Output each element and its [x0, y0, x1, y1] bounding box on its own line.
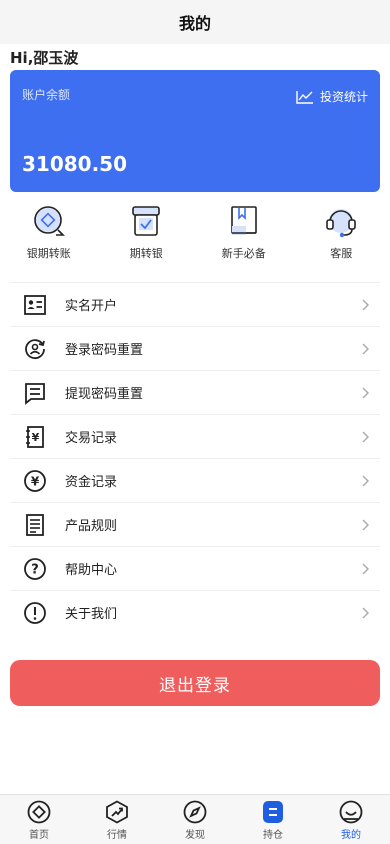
tab-discover[interactable]: 发现	[160, 795, 230, 844]
quick-action-futures-to-bank[interactable]: 期转银	[106, 204, 186, 261]
user-reset-icon	[25, 338, 45, 359]
bank-transfer-icon	[33, 206, 65, 236]
yen-circle-icon: ¥	[24, 469, 46, 492]
menu-item-product-rules[interactable]: 产品规则	[10, 502, 380, 546]
profile-icon	[339, 800, 363, 824]
greeting: Hi,邵玉波	[10, 49, 79, 67]
bottom-tab-bar: 首页 行情 发现 持仓 我的	[0, 794, 390, 844]
market-icon	[106, 800, 128, 824]
book-icon	[230, 206, 257, 235]
id-card-icon	[24, 294, 46, 315]
menu-item-label: 交易记录	[65, 431, 118, 446]
quick-actions: 银期转账 期转银 新手必备 客服	[0, 192, 390, 282]
quick-action-label: 银期转账	[26, 247, 71, 260]
chevron-right-icon	[362, 563, 369, 574]
yen-book-icon: ¥	[26, 425, 44, 448]
chevron-right-icon	[362, 475, 369, 486]
menu-item-login-password-reset[interactable]: 登录密码重置	[10, 326, 380, 370]
chevron-right-icon	[362, 343, 369, 354]
tab-label: 首页	[29, 830, 49, 841]
tab-holdings[interactable]: 持仓	[238, 795, 308, 844]
chevron-right-icon	[362, 299, 369, 310]
balance-amount: 31080.50	[22, 152, 128, 176]
compass-icon	[183, 800, 207, 824]
holdings-icon	[263, 801, 283, 823]
tab-market[interactable]: 行情	[82, 795, 152, 844]
investment-stats-label: 投资统计	[319, 90, 368, 104]
menu-item-label: 实名开户	[65, 299, 118, 314]
menu-item-label: 帮助中心	[65, 563, 118, 578]
chevron-right-icon	[362, 431, 369, 442]
svg-text:¥: ¥	[31, 474, 40, 488]
message-icon	[25, 382, 45, 405]
futures-to-bank-icon	[132, 206, 161, 236]
tab-label: 发现	[185, 830, 205, 841]
chevron-right-icon	[362, 387, 369, 398]
logout-button[interactable]: 退出登录	[10, 660, 380, 706]
investment-stats-button[interactable]: 投资统计	[296, 88, 368, 105]
menu-item-trade-records[interactable]: ¥ 交易记录	[10, 414, 380, 458]
menu-item-real-name-account[interactable]: 实名开户	[10, 282, 380, 326]
headset-icon	[326, 209, 357, 238]
quick-action-bank-transfer[interactable]: 银期转账	[9, 204, 89, 261]
menu-item-label: 关于我们	[65, 607, 118, 622]
quick-action-label: 期转银	[129, 247, 163, 260]
chevron-right-icon	[362, 607, 369, 618]
svg-text:¥: ¥	[32, 431, 40, 444]
logout-section: 退出登录	[0, 634, 390, 706]
balance-label: 账户余额	[22, 88, 71, 102]
menu-item-label: 提现密码重置	[65, 387, 144, 402]
menu-item-label: 登录密码重置	[65, 343, 144, 358]
tab-label: 我的	[341, 830, 361, 841]
settings-menu: 实名开户 登录密码重置 提现密码重置 ¥ 交易记录 ¥ 资金记录 产品规则 ? …	[0, 282, 390, 634]
menu-item-label: 产品规则	[65, 519, 118, 534]
tab-home[interactable]: 首页	[4, 795, 74, 844]
quick-action-customer-service[interactable]: 客服	[301, 204, 381, 261]
menu-item-withdraw-password-reset[interactable]: 提现密码重置	[10, 370, 380, 414]
quick-action-label: 新手必备	[221, 247, 266, 260]
home-icon	[27, 800, 51, 824]
document-icon	[26, 513, 44, 536]
tab-label: 行情	[107, 830, 127, 841]
main-content: Hi,邵玉波 账户余额 投资统计 31080.50 银期转账 期转银 新手必备 …	[0, 44, 390, 794]
svg-text:?: ?	[31, 562, 39, 577]
question-icon: ?	[24, 557, 46, 580]
chart-line-icon	[296, 90, 313, 104]
chevron-right-icon	[362, 519, 369, 530]
tab-label: 持仓	[263, 830, 283, 841]
page-header: 我的	[0, 0, 390, 44]
tab-profile[interactable]: 我的	[316, 795, 386, 844]
menu-item-fund-records[interactable]: ¥ 资金记录	[10, 458, 380, 502]
page-title: 我的	[178, 14, 211, 33]
menu-item-help-center[interactable]: ? 帮助中心	[10, 546, 380, 590]
quick-action-beginner-guide[interactable]: 新手必备	[204, 204, 284, 261]
menu-item-label: 资金记录	[65, 475, 118, 490]
menu-item-about-us[interactable]: 关于我们	[10, 590, 380, 634]
info-icon	[24, 601, 46, 624]
balance-card: 账户余额 投资统计 31080.50	[10, 70, 380, 192]
quick-action-label: 客服	[330, 247, 353, 260]
